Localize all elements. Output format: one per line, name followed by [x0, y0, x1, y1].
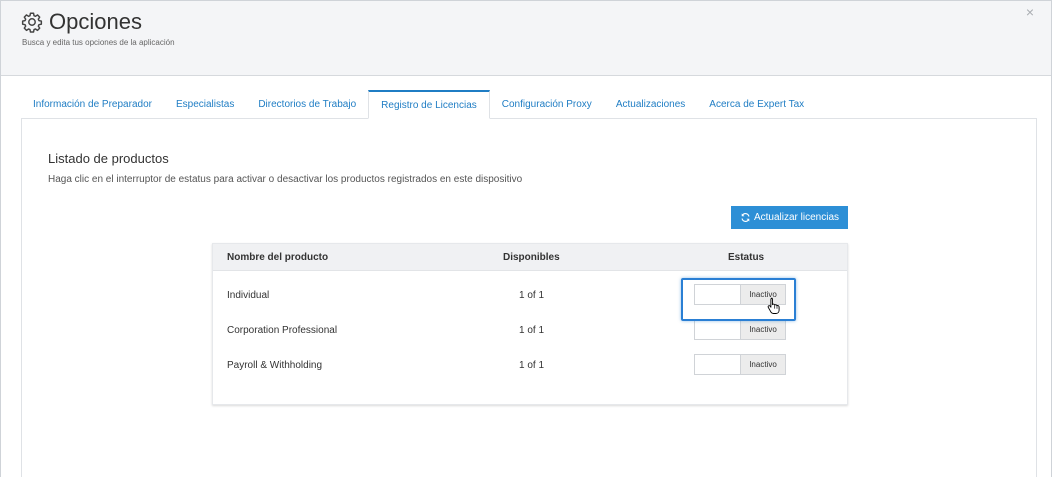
page-title: Opciones	[49, 9, 142, 34]
window-header: Opciones Busca y edita tus opciones de l…	[1, 1, 1051, 76]
section-description: Haga clic en el interruptor de estatus p…	[48, 174, 523, 185]
product-name: Payroll & Withholding	[227, 360, 323, 371]
close-icon[interactable]: ×	[1023, 5, 1037, 19]
product-name: Individual	[227, 290, 270, 301]
products-table: Nombre del producto Disponibles Estatus …	[212, 243, 848, 405]
status-toggle[interactable]: Inactivo	[694, 354, 786, 375]
toggle-state-label: Inactivo	[739, 285, 785, 304]
tab-configuracion-proxy[interactable]: Configuración Proxy	[490, 90, 604, 119]
tab-informacion-preparador[interactable]: Información de Preparador	[21, 90, 164, 119]
refresh-icon	[741, 213, 750, 222]
table-header: Nombre del producto Disponibles Estatus	[213, 244, 847, 271]
tab-especialistas[interactable]: Especialistas	[164, 90, 246, 119]
gear-icon	[21, 12, 43, 33]
product-available: 1 of 1	[519, 325, 545, 336]
product-available: 1 of 1	[519, 360, 545, 371]
status-toggle[interactable]: Inactivo	[694, 284, 786, 305]
column-header-status: Estatus	[728, 252, 765, 263]
toggle-blank-part	[695, 320, 740, 339]
tab-registro-licencias[interactable]: Registro de Licencias	[368, 90, 490, 119]
column-header-product: Nombre del producto	[227, 252, 329, 263]
refresh-licenses-button[interactable]: Actualizar licencias	[731, 206, 848, 229]
status-toggle[interactable]: Inactivo	[694, 319, 786, 340]
table-row: Individual 1 of 1 Inactivo	[213, 279, 847, 314]
toggle-state-label: Inactivo	[739, 320, 785, 339]
options-window: Opciones Busca y edita tus opciones de l…	[0, 0, 1052, 477]
tab-bar: Información de Preparador Especialistas …	[21, 90, 816, 119]
title-row: Opciones	[21, 9, 142, 35]
toggle-state-label: Inactivo	[739, 355, 785, 374]
tab-directorios-trabajo[interactable]: Directorios de Trabajo	[246, 90, 368, 119]
section-title: Listado de productos	[48, 151, 169, 166]
tab-acerca-expert-tax[interactable]: Acerca de Expert Tax	[697, 90, 816, 119]
table-row: Corporation Professional 1 of 1 Inactivo	[213, 314, 847, 349]
refresh-button-label: Actualizar licencias	[753, 212, 840, 223]
page-subtitle: Busca y edita tus opciones de la aplicac…	[22, 38, 175, 47]
toggle-blank-part	[695, 285, 740, 304]
toggle-blank-part	[695, 355, 740, 374]
product-available: 1 of 1	[519, 290, 545, 301]
table-row: Payroll & Withholding 1 of 1 Inactivo	[213, 349, 847, 384]
tab-actualizaciones[interactable]: Actualizaciones	[604, 90, 697, 119]
product-name: Corporation Professional	[227, 325, 338, 336]
tab-panel: Listado de productos Haga clic en el int…	[21, 118, 1037, 477]
column-header-available: Disponibles	[503, 252, 560, 263]
